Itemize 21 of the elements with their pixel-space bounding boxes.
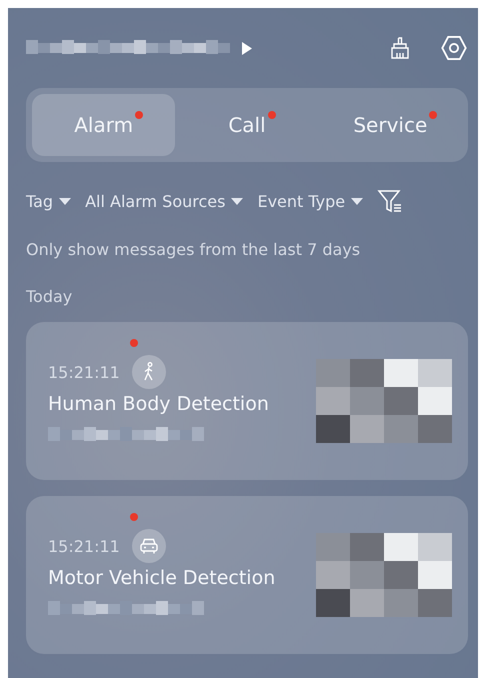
tab[interactable]: Call: [175, 94, 319, 156]
section-heading: Today: [26, 287, 74, 306]
caret-icon: [59, 198, 72, 204]
play-triangle-icon[interactable]: [242, 42, 252, 54]
settings-icon[interactable]: [440, 34, 468, 62]
car-icon: [138, 537, 159, 555]
caret-icon: [231, 198, 244, 204]
caret-icon: [351, 198, 364, 204]
event-time: 15:21:11: [48, 536, 120, 556]
event-title: Motor Vehicle Detection: [48, 567, 276, 589]
event-card[interactable]: 15:21:11 Motor Vehicle Detection: [26, 496, 468, 654]
filter-icon[interactable]: [377, 188, 404, 214]
retention-notice: Only show messages from the last 7 days: [26, 240, 362, 259]
event-time: 15:21:11: [48, 362, 120, 382]
event-card[interactable]: 15:21:11 Human Body Detection: [26, 322, 468, 480]
filter-dropdown[interactable]: Tag: [26, 192, 72, 210]
tab[interactable]: Service: [318, 94, 462, 156]
event-title: Human Body Detection: [48, 393, 270, 415]
filter-dropdown[interactable]: All Alarm Sources: [85, 192, 244, 210]
filter-dropdown[interactable]: Event Type: [257, 192, 364, 210]
tab[interactable]: Alarm: [32, 94, 176, 156]
